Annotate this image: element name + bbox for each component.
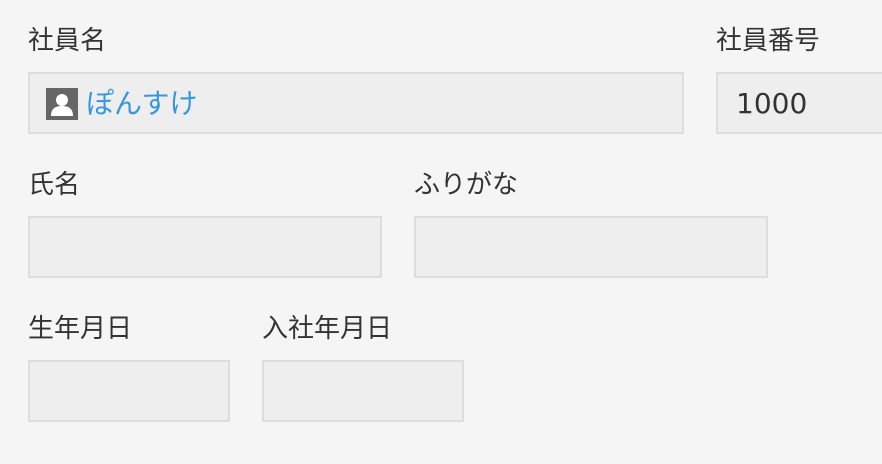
user-icon: [46, 88, 78, 120]
employee-number-field: 1000: [716, 72, 882, 134]
employee-number-label: 社員番号: [716, 26, 821, 56]
furigana-label: ふりがな: [414, 170, 519, 200]
employee-name-label: 社員名: [28, 26, 107, 56]
employee-number-value: 1000: [736, 87, 808, 120]
birth-date-field: [28, 360, 230, 422]
furigana-field: [414, 216, 768, 278]
hire-date-field: [262, 360, 464, 422]
employee-name-user-link[interactable]: ぽんすけ: [46, 88, 197, 120]
hire-date-label: 入社年月日: [262, 314, 393, 344]
full-name-field: [28, 216, 382, 278]
employee-name-value[interactable]: ぽんすけ: [86, 88, 197, 120]
employee-name-field: ぽんすけ: [28, 72, 684, 134]
full-name-label: 氏名: [28, 170, 81, 200]
birth-date-label: 生年月日: [28, 314, 133, 344]
